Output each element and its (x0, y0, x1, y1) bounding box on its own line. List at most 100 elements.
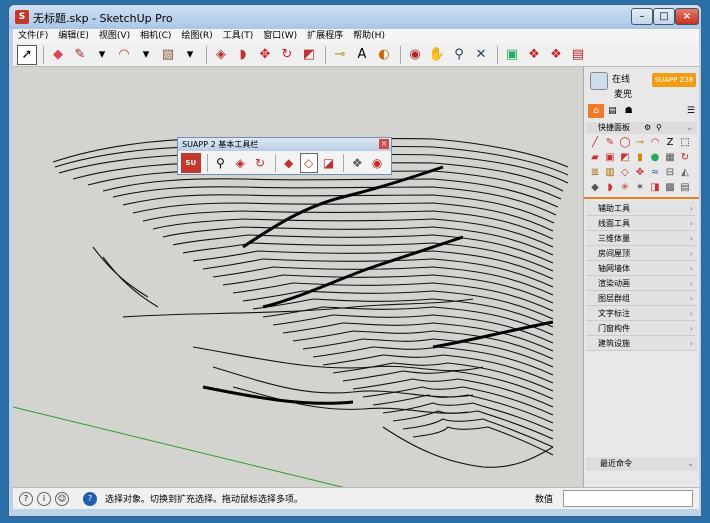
offset-tool-icon[interactable]: ◇ (618, 166, 632, 180)
user-name[interactable]: 麦兜 (614, 87, 632, 100)
dropdown-icon[interactable]: ▾ (136, 45, 156, 65)
grid-tool-icon[interactable]: ▦ (663, 151, 677, 165)
line-tool-icon[interactable]: ╱ (588, 136, 602, 150)
shape-tool-icon[interactable]: ▧ (158, 45, 178, 65)
arc-tool-icon[interactable]: ◠ (648, 136, 662, 150)
get-models-icon[interactable]: ❖ (524, 45, 544, 65)
layer-tool-icon[interactable]: ≣ (588, 166, 602, 180)
tab-tools-icon[interactable]: ▤ (604, 104, 620, 118)
avatar[interactable] (590, 72, 608, 90)
category-item[interactable]: 图层群组 › (586, 291, 697, 306)
rotate-tool-icon[interactable]: ↻ (678, 151, 692, 165)
orbit-tool-icon[interactable]: ◉ (405, 45, 425, 65)
category-item[interactable]: 门窗构件 › (586, 321, 697, 336)
move-tool-icon[interactable]: ✥ (255, 45, 275, 65)
collapse-chevron-icon[interactable]: ⌄ (686, 122, 693, 134)
menu-tools[interactable]: 工具(T) (218, 29, 259, 43)
geo-location-icon[interactable]: ? (19, 492, 33, 506)
suapp-floating-toolbar[interactable]: SUAPP 2 基本工具栏 × SU ⚲ ◈ ↻ ◆ ◇ ◪ ❖ ◉ (177, 137, 392, 175)
recent-commands-header[interactable]: 最近命令 ⌄ (586, 457, 698, 471)
text-tool-icon[interactable]: ▤ (678, 181, 692, 195)
pan-tool-icon[interactable]: ✋ (427, 45, 447, 65)
push-tool-icon[interactable]: ◆ (588, 181, 602, 195)
cube-tool-icon[interactable]: ▣ (603, 151, 617, 165)
eraser-tool-icon[interactable]: ◆ (48, 45, 68, 65)
category-item[interactable]: 渲染动画 › (586, 276, 697, 291)
category-item[interactable]: 线面工具 › (586, 216, 697, 231)
follow-me-tool-icon[interactable]: ◗ (233, 45, 253, 65)
share-model-icon[interactable]: ❖ (546, 45, 566, 65)
zz-tool-icon[interactable]: Z (663, 136, 677, 150)
push-pull-tool-icon[interactable]: ◈ (211, 45, 231, 65)
cylinder-tool-icon[interactable]: ▮ (633, 151, 647, 165)
draw-tool-icon[interactable]: ✎ (603, 136, 617, 150)
zoom-extents-tool-icon[interactable]: ✕ (471, 45, 491, 65)
star-tool-icon[interactable]: ✶ (633, 181, 647, 195)
category-item[interactable]: 文字标注 › (586, 306, 697, 321)
category-item[interactable]: 建筑设施 › (586, 336, 697, 351)
menu-view[interactable]: 视图(V) (94, 29, 135, 43)
measure-tool-icon[interactable]: ⊸ (633, 136, 647, 150)
credits-icon[interactable]: i (37, 492, 51, 506)
model-viewport[interactable]: SUAPP 2 基本工具栏 × SU ⚲ ◈ ↻ ◆ ◇ ◪ ❖ ◉ (13, 67, 583, 487)
help-icon[interactable]: ? (83, 492, 97, 506)
sphere-tool-icon[interactable]: ● (648, 151, 662, 165)
orbit-icon[interactable]: ◈ (231, 153, 249, 173)
surface-tool-icon[interactable]: ▰ (588, 151, 602, 165)
suapp-logo-icon[interactable]: SU (181, 153, 201, 173)
menu-draw[interactable]: 绘图(R) (176, 29, 217, 43)
scale-tool-icon[interactable]: ◩ (299, 45, 319, 65)
extension-warehouse-icon[interactable]: ▤ (568, 45, 588, 65)
tape-measure-tool-icon[interactable]: ⊸ (330, 45, 350, 65)
close-button[interactable]: × (675, 8, 699, 25)
move-tool-icon[interactable]: ✥ (633, 166, 647, 180)
menu-extensions[interactable]: 扩展程序 (302, 29, 348, 43)
array-tool-icon[interactable]: ✳ (618, 181, 632, 195)
category-item[interactable]: 房间屋顶 › (586, 246, 697, 261)
text-tool-icon[interactable]: A (352, 45, 372, 65)
materials-icon[interactable]: ◉ (368, 153, 386, 173)
search-icon[interactable]: ⚲ (656, 122, 662, 134)
menu-camera[interactable]: 相机(C) (135, 29, 176, 43)
wave-tool-icon[interactable]: ≈ (648, 166, 662, 180)
maximize-button[interactable]: □ (653, 8, 675, 25)
rotate-tool-icon[interactable]: ↻ (277, 45, 297, 65)
menu-file[interactable]: 文件(F) (13, 29, 53, 43)
zoom-tool-icon[interactable]: ⚲ (449, 45, 469, 65)
section-tool-icon[interactable]: ◨ (648, 181, 662, 195)
wall-tool-icon[interactable]: ▥ (603, 166, 617, 180)
measurements-input[interactable] (563, 490, 693, 507)
road-tool-icon[interactable]: ⊟ (663, 166, 677, 180)
pencil-tool-icon[interactable]: ✎ (70, 45, 90, 65)
terrain-tool-icon[interactable]: ◭ (678, 166, 692, 180)
tab-user-icon[interactable]: ☗ (621, 104, 637, 118)
warehouse-icon[interactable]: ▣ (502, 45, 522, 65)
shape-tool-icon[interactable]: ◩ (618, 151, 632, 165)
quick-panel-header[interactable]: 快捷面板 ⚙ ⚲ ⌄ (586, 122, 697, 134)
menu-window[interactable]: 窗口(W) (258, 29, 302, 43)
group-tool-icon[interactable]: ▩ (663, 181, 677, 195)
menu-help[interactable]: 帮助(H) (348, 29, 390, 43)
offset-icon[interactable]: ◇ (299, 153, 318, 173)
tab-home-icon[interactable]: ⌂ (588, 104, 605, 118)
arc-tool-icon[interactable]: ◠ (114, 45, 134, 65)
suapp-version-button[interactable]: SUAPP Z38 (652, 73, 696, 87)
follow-tool-icon[interactable]: ◗ (603, 181, 617, 195)
category-item[interactable]: 三维体量 › (586, 231, 697, 246)
suapp-toolbar-close-button[interactable]: × (379, 139, 389, 149)
settings-icon[interactable]: ⚙ (644, 122, 651, 134)
paint-bucket-tool-icon[interactable]: ◐ (374, 45, 394, 65)
dropdown-icon[interactable]: ▾ (180, 45, 200, 65)
category-item[interactable]: 轴网墙体 › (586, 261, 697, 276)
category-item[interactable]: 辅助工具 › (586, 201, 697, 216)
menu-icon[interactable]: ☰ (683, 104, 699, 118)
menu-edit[interactable]: 编辑(E) (53, 29, 94, 43)
components-icon[interactable]: ❖ (348, 153, 366, 173)
user-account-icon[interactable]: ☺ (55, 492, 69, 506)
circle-tool-icon[interactable]: ◯ (618, 136, 632, 150)
rotate-icon[interactable]: ↻ (251, 153, 269, 173)
select-tool-icon[interactable]: ⬚ (678, 136, 692, 150)
dropdown-icon[interactable]: ▾ (92, 45, 112, 65)
zoom-icon[interactable]: ⚲ (211, 153, 229, 173)
paint-icon[interactable]: ◪ (320, 153, 338, 173)
